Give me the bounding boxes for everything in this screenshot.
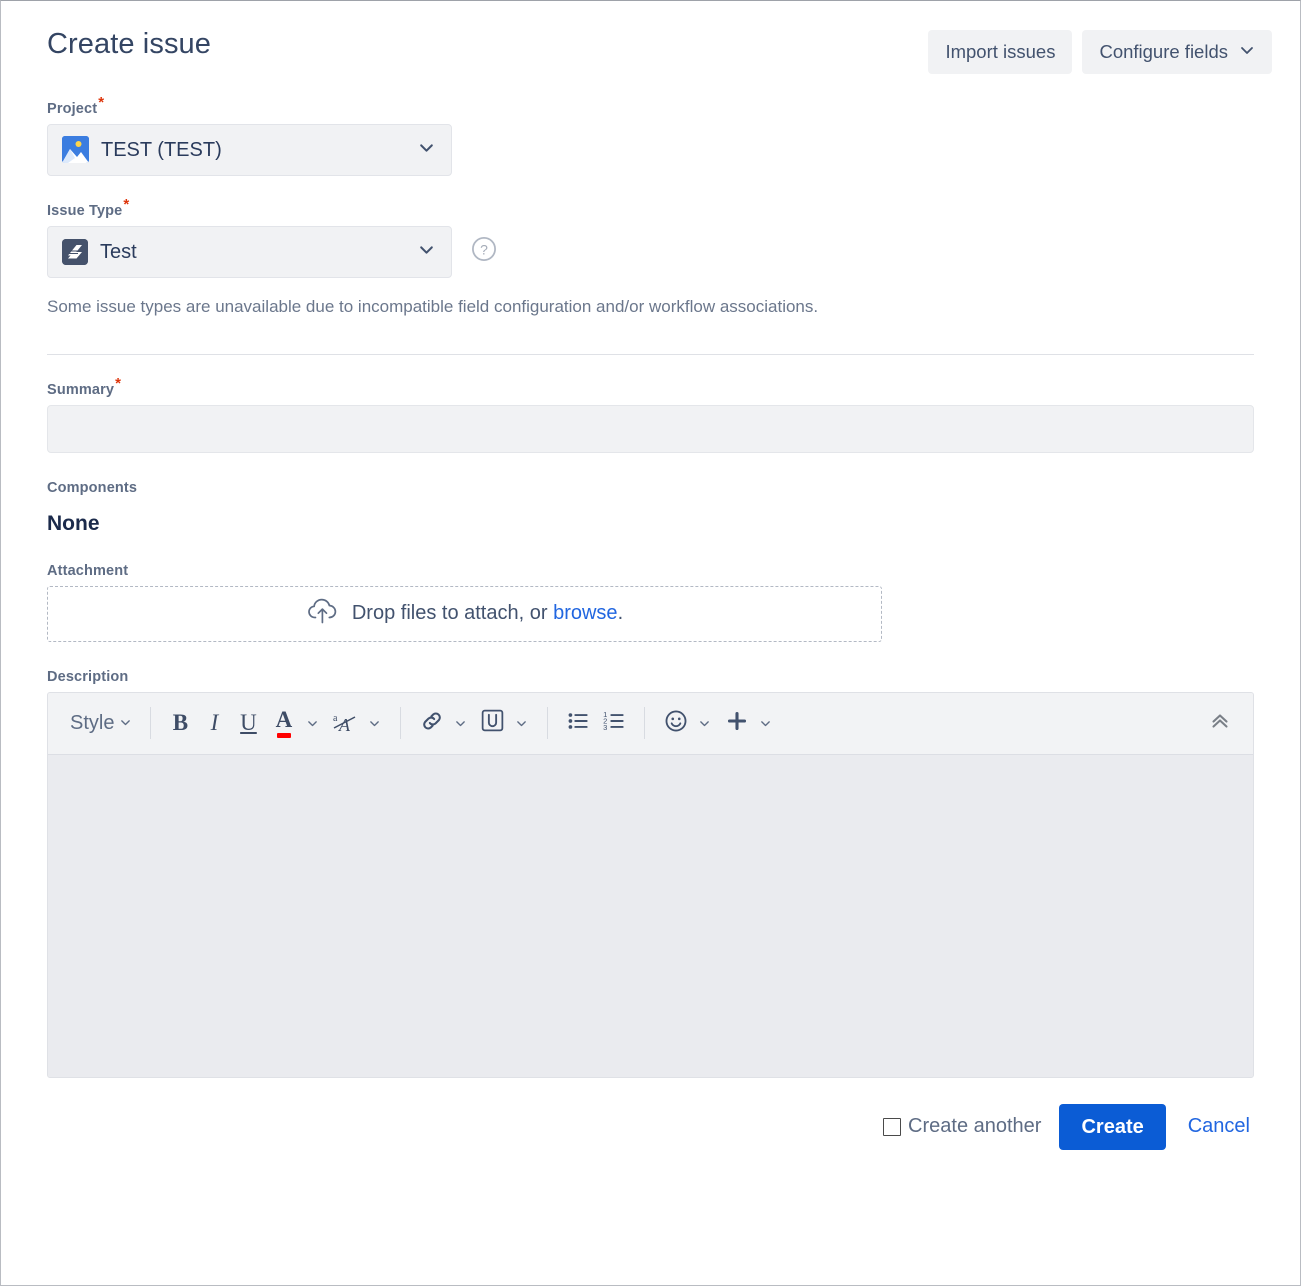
attachment-dropzone[interactable]: Drop files to attach, or browse. bbox=[47, 586, 882, 642]
issue-type-test-icon bbox=[62, 239, 88, 265]
text-color-button[interactable]: A bbox=[265, 703, 299, 743]
dialog-header: Create issue Import issues Configure fie… bbox=[1, 1, 1300, 74]
configure-fields-label: Configure fields bbox=[1099, 43, 1228, 62]
browse-link[interactable]: browse bbox=[553, 602, 617, 624]
import-issues-label: Import issues bbox=[945, 43, 1055, 62]
page-title: Create issue bbox=[47, 27, 211, 62]
numbered-list-button[interactable]: 1 2 3 bbox=[596, 703, 632, 743]
issue-type-value: Test bbox=[100, 242, 137, 262]
summary-input[interactable] bbox=[47, 405, 1254, 453]
chevron-down-icon bbox=[418, 139, 435, 161]
toolbar-separator bbox=[400, 707, 401, 739]
text-style-icon: a A bbox=[331, 710, 359, 736]
cancel-button[interactable]: Cancel bbox=[1184, 1115, 1254, 1138]
collapse-toolbar-button[interactable] bbox=[1203, 703, 1237, 743]
style-dropdown[interactable]: Style bbox=[64, 712, 138, 735]
bulleted-list-icon bbox=[565, 708, 591, 739]
create-button[interactable]: Create bbox=[1059, 1104, 1165, 1150]
dropzone-text: Drop files to attach, or browse. bbox=[352, 602, 623, 625]
dialog-footer: Create another Create Cancel bbox=[1, 1078, 1300, 1150]
link-icon bbox=[419, 708, 445, 739]
emoji-caret[interactable] bbox=[691, 717, 718, 730]
insert-caret[interactable] bbox=[752, 717, 779, 730]
description-textarea[interactable] bbox=[48, 755, 1253, 1077]
required-asterisk: * bbox=[115, 375, 121, 392]
field-summary: Summary* bbox=[47, 381, 1254, 453]
components-label: Components bbox=[47, 480, 137, 496]
bulleted-list-button[interactable] bbox=[560, 703, 596, 743]
attachment-insert-button[interactable] bbox=[474, 703, 508, 743]
configure-fields-button[interactable]: Configure fields bbox=[1082, 30, 1272, 74]
bold-button[interactable]: B bbox=[163, 703, 197, 743]
issue-type-label: Issue Type* bbox=[47, 203, 129, 219]
import-issues-button[interactable]: Import issues bbox=[928, 30, 1072, 74]
editor-toolbar: Style B I U bbox=[48, 693, 1253, 755]
chevron-down-icon bbox=[418, 241, 435, 263]
create-another-checkbox-wrap[interactable]: Create another bbox=[883, 1115, 1041, 1138]
project-select[interactable]: TEST (TEST) bbox=[47, 124, 452, 176]
text-color-label: A bbox=[276, 708, 293, 739]
description-label: Description bbox=[47, 669, 128, 685]
summary-label: Summary* bbox=[47, 382, 121, 398]
link-caret[interactable] bbox=[447, 717, 474, 730]
field-attachment: Attachment Drop files to attach, or brow… bbox=[47, 562, 1254, 642]
description-editor: Style B I U bbox=[47, 692, 1254, 1078]
drop-files-label: Drop files to attach, or bbox=[352, 602, 548, 624]
field-description: Description Style B I bbox=[47, 668, 1254, 1078]
section-divider bbox=[47, 354, 1254, 355]
toolbar-separator bbox=[547, 707, 548, 739]
issue-type-select[interactable]: Test bbox=[47, 226, 452, 278]
numbered-list-icon: 1 2 3 bbox=[601, 708, 627, 739]
double-chevron-up-icon bbox=[1208, 709, 1232, 738]
bold-label: B bbox=[173, 710, 188, 736]
emoji-button[interactable] bbox=[657, 703, 691, 743]
toolbar-separator bbox=[644, 707, 645, 739]
create-another-label: Create another bbox=[908, 1115, 1041, 1138]
project-label: Project* bbox=[47, 101, 104, 117]
svg-text:3: 3 bbox=[604, 723, 608, 732]
field-issue-type: Issue Type* Test bbox=[47, 202, 1254, 318]
cloud-upload-icon bbox=[306, 596, 340, 631]
attachment-label: Attachment bbox=[47, 563, 128, 579]
underline-label: U bbox=[240, 710, 257, 736]
dropzone-period: . bbox=[618, 602, 624, 624]
svg-text:a: a bbox=[333, 713, 338, 724]
underline-button[interactable]: U bbox=[231, 703, 265, 743]
create-another-checkbox[interactable] bbox=[883, 1118, 901, 1136]
emoji-smiley-icon bbox=[663, 708, 689, 739]
text-style-caret[interactable] bbox=[361, 717, 388, 730]
chevron-down-icon bbox=[119, 712, 132, 735]
header-actions: Import issues Configure fields bbox=[928, 30, 1272, 74]
create-button-label: Create bbox=[1081, 1116, 1143, 1138]
issue-type-hint: Some issue types are unavailable due to … bbox=[47, 296, 1254, 318]
components-value: None bbox=[47, 512, 1254, 536]
field-components: Components None bbox=[47, 479, 1254, 536]
field-project: Project* TEST (TEST) bbox=[47, 100, 1254, 176]
italic-label: I bbox=[211, 710, 219, 736]
style-label: Style bbox=[70, 712, 114, 735]
insert-button[interactable] bbox=[718, 703, 752, 743]
create-issue-dialog: Create issue Import issues Configure fie… bbox=[0, 0, 1301, 1286]
text-color-caret[interactable] bbox=[299, 717, 326, 730]
plus-icon bbox=[725, 709, 749, 738]
required-asterisk: * bbox=[98, 94, 104, 111]
question-circle-icon[interactable]: ? bbox=[470, 235, 498, 268]
svg-text:?: ? bbox=[480, 241, 488, 257]
attachment-insert-caret[interactable] bbox=[508, 717, 535, 730]
paperclip-box-icon bbox=[479, 707, 506, 739]
required-asterisk: * bbox=[123, 196, 129, 213]
text-style-button[interactable]: a A bbox=[326, 703, 361, 743]
chevron-down-icon bbox=[1239, 42, 1255, 62]
create-issue-form: Project* TEST (TEST) bbox=[1, 100, 1300, 1078]
project-avatar-mountain-icon bbox=[62, 136, 89, 163]
link-button[interactable] bbox=[413, 703, 447, 743]
toolbar-separator bbox=[150, 707, 151, 739]
italic-button[interactable]: I bbox=[197, 703, 231, 743]
project-value: TEST (TEST) bbox=[101, 140, 222, 160]
